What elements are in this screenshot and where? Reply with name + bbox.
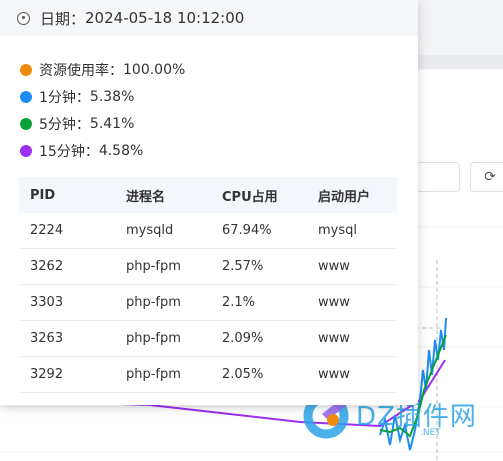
series-dot-icon: [20, 63, 32, 76]
stat-value: 5.38%: [89, 88, 135, 105]
cell-process-name: php-fpm: [115, 320, 211, 357]
cell-pid: 3303: [19, 284, 115, 321]
stat-label: 15分钟：: [39, 143, 99, 160]
cell-process-name: php-fpm: [115, 284, 211, 321]
cell-process-name: php-fpm: [115, 356, 211, 393]
watermark-subtext: .NET: [420, 428, 441, 438]
column-header-pid: PID: [19, 177, 115, 213]
stat-value: 100.00%: [123, 61, 186, 78]
cell-pid: 3262: [19, 248, 115, 285]
table-row: 3262 php-fpm 2.57% www: [19, 248, 397, 285]
column-header-cpu: CPU占用: [211, 177, 307, 213]
stat-label: 资源使用率：: [39, 62, 123, 79]
clock-icon: [17, 11, 30, 25]
refresh-button[interactable]: ⟳: [470, 162, 503, 192]
cell-user: www: [307, 248, 397, 285]
stat-5min: 5分钟： 5.41%: [20, 110, 418, 137]
stat-value: 5.41%: [89, 115, 135, 132]
cell-process-name: php-fpm: [115, 248, 211, 285]
cell-cpu: 2.1%: [211, 284, 307, 321]
refresh-icon: ⟳: [484, 169, 496, 185]
chart-tooltip: 日期： 2024-05-18 10:12:00 资源使用率： 100.00% 1…: [0, 0, 418, 405]
date-value: 2024-05-18 10:12:00: [85, 9, 245, 27]
date-label: 日期：: [40, 9, 86, 28]
column-header-process-name: 进程名: [115, 177, 211, 213]
cell-pid: 3292: [19, 356, 115, 393]
stat-1min: 1分钟： 5.38%: [20, 83, 418, 110]
stats-list: 资源使用率： 100.00% 1分钟： 5.38% 5分钟： 5.41% 15分…: [0, 36, 418, 164]
cell-user: www: [307, 284, 397, 321]
cell-cpu: 2.09%: [211, 320, 307, 357]
stat-label: 1分钟：: [39, 89, 90, 106]
cell-pid: 3263: [19, 320, 115, 357]
cell-pid: 2224: [19, 213, 115, 249]
series-dot-icon: [20, 90, 32, 103]
cell-cpu: 67.94%: [211, 213, 307, 249]
cell-cpu: 2.05%: [211, 356, 307, 393]
tooltip-header: 日期： 2024-05-18 10:12:00: [0, 0, 418, 36]
cell-user: www: [307, 356, 397, 393]
table-row: 3292 php-fpm 2.05% www: [19, 356, 397, 393]
stat-15min: 15分钟： 4.58%: [20, 137, 418, 164]
cell-process-name: mysqld: [115, 213, 211, 249]
stat-value: 4.58%: [98, 142, 144, 159]
cell-user: mysql: [307, 213, 397, 249]
table-row: 3303 php-fpm 2.1% www: [19, 284, 397, 321]
stat-label: 5分钟：: [39, 116, 90, 133]
table-row: 2224 mysqld 67.94% mysql: [19, 213, 397, 249]
table-row: 3263 php-fpm 2.09% www: [19, 320, 397, 357]
stat-resource-usage: 资源使用率： 100.00%: [20, 56, 418, 83]
process-table: PID 进程名 CPU占用 启动用户 2224 mysqld 67.94% my…: [19, 177, 397, 393]
cell-user: www: [307, 320, 397, 357]
table-header-row: PID 进程名 CPU占用 启动用户: [19, 177, 397, 213]
series-dot-icon: [20, 144, 32, 157]
cell-cpu: 2.57%: [211, 248, 307, 285]
series-dot-icon: [20, 117, 32, 130]
column-header-user: 启动用户: [307, 177, 397, 213]
